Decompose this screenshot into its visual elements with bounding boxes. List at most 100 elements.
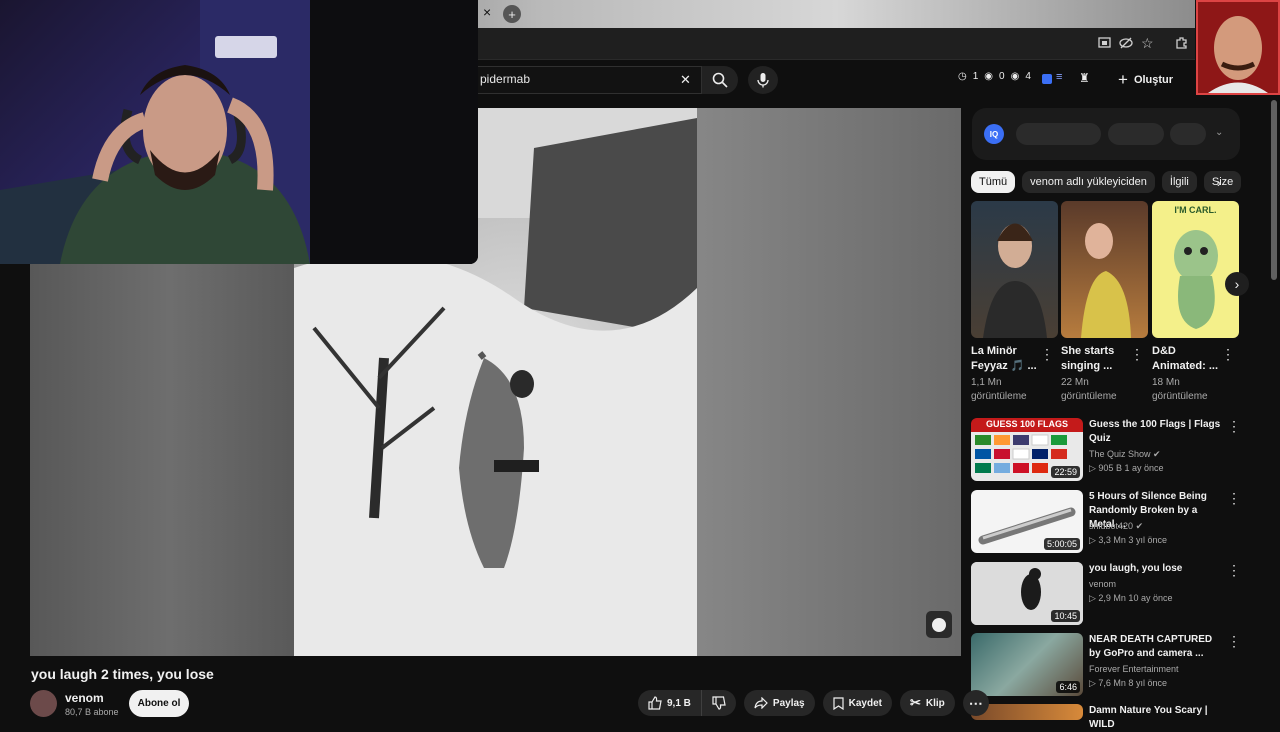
- short-card[interactable]: La Minör Feyyaz 🎵 ... 1,1 Mn görüntüleme: [971, 201, 1058, 404]
- recommendation-title: Guess the 100 Flags | Flags Quiz: [1089, 419, 1221, 444]
- extension-badge-icon[interactable]: IQ: [984, 124, 1004, 144]
- video-title: you laugh 2 times, you lose: [31, 666, 214, 682]
- recommendation-item[interactable]: Damn Nature You Scary | WILD: [971, 704, 1241, 730]
- eye-off-icon[interactable]: [1119, 37, 1133, 52]
- recommendation-meta: ▷ 3,3 Mn 3 yıl önce: [1089, 535, 1167, 545]
- recommendation-item[interactable]: GUESS 100 FLAGS 22:59 Guess the 100 Flag…: [971, 418, 1241, 484]
- channel-name: shidbot420 ✔: [1089, 521, 1144, 531]
- more-options-icon[interactable]: ⋮: [1227, 490, 1241, 507]
- recommendation-title: NEAR DEATH CAPTURED by GoPro and camera …: [1089, 634, 1213, 659]
- extensions-icon[interactable]: [1175, 36, 1188, 52]
- search-query: pidermab: [480, 72, 531, 86]
- duration-badge: 6:46: [1056, 681, 1080, 693]
- chip-all[interactable]: Tümü: [971, 171, 1016, 193]
- chevron-down-icon[interactable]: ⌄: [1215, 127, 1223, 138]
- recommendation-item[interactable]: 10:45 you laugh, you lose venom ▷ 2,9 Mn…: [971, 562, 1241, 628]
- stat-value: 1: [972, 71, 979, 82]
- more-options-icon[interactable]: ⋮: [1040, 346, 1054, 363]
- short-card[interactable]: She starts singing ... 22 Mn görüntüleme: [1061, 201, 1148, 404]
- blurred-pill[interactable]: [1016, 123, 1101, 145]
- chip-from-uploader[interactable]: venom adlı yükleyiciden: [1022, 171, 1155, 193]
- duration-badge: 22:59: [1051, 466, 1080, 478]
- channel-name[interactable]: venom: [65, 691, 104, 705]
- cast-icon[interactable]: [1098, 37, 1111, 52]
- subscribe-button[interactable]: Abone ol: [129, 690, 189, 717]
- recommendation-meta: ▷ 905 B 1 ay önce: [1089, 463, 1164, 473]
- voice-search-button[interactable]: [748, 66, 778, 94]
- like-count: 9,1 B: [667, 697, 691, 709]
- extension-logo-icon[interactable]: [1042, 74, 1052, 84]
- eye-icon: ◉: [984, 71, 994, 82]
- like-button[interactable]: 9,1 B: [638, 690, 702, 716]
- plus-icon: +: [508, 6, 516, 22]
- recommendation-item[interactable]: 6:46 NEAR DEATH CAPTURED by GoPro and ca…: [971, 633, 1241, 699]
- short-card[interactable]: I'M CARL. D&D Animated: ... 18 Mn görünt…: [1152, 201, 1239, 404]
- guest-webcam: [1196, 0, 1280, 95]
- create-button[interactable]: + Oluştur: [1118, 70, 1173, 90]
- recommendation-item[interactable]: 5:00:05 5 Hours of Silence Being Randoml…: [971, 490, 1241, 556]
- share-label: Paylaş: [772, 697, 805, 709]
- thumbs-up-icon: [648, 696, 662, 710]
- search-button[interactable]: [702, 66, 738, 94]
- dislike-button[interactable]: [702, 690, 736, 716]
- scissors-icon: ✂: [909, 695, 921, 710]
- eye-icon: ◉: [1010, 71, 1020, 82]
- duration-badge: 10:45: [1051, 610, 1080, 622]
- trophy-icon[interactable]: ♜: [1079, 71, 1090, 85]
- chip-for-you[interactable]: Size: [1203, 171, 1242, 193]
- short-views: görüntüleme: [1061, 391, 1117, 402]
- subscriber-count: 80,7 B abone: [65, 707, 119, 717]
- filter-chips: Tümü venom adlı yükleyiciden İlgili Size: [971, 171, 1242, 193]
- search-icon: [712, 72, 728, 88]
- clip-button[interactable]: ✂ Klip: [899, 690, 955, 716]
- video-thumbnail: GUESS 100 FLAGS 22:59: [971, 418, 1083, 481]
- save-label: Kaydet: [848, 697, 882, 709]
- verified-icon: ✔: [1135, 521, 1144, 531]
- channel-name: venom: [1089, 579, 1117, 589]
- video-thumbnail: 6:46: [971, 633, 1083, 696]
- more-actions-button[interactable]: ⋯: [962, 690, 989, 716]
- video-thumbnail: 10:45: [971, 562, 1083, 625]
- share-button[interactable]: Paylaş: [743, 690, 815, 716]
- verified-icon: ✔: [1153, 449, 1161, 459]
- new-tab-button[interactable]: +: [503, 5, 521, 23]
- create-label: Oluştur: [1133, 74, 1174, 86]
- shorts-next-button[interactable]: ›: [1225, 272, 1249, 296]
- recommendation-meta: ▷ 7,6 Mn 8 yıl önce: [1089, 678, 1167, 688]
- short-thumbnail: [1061, 201, 1148, 338]
- save-button[interactable]: Kaydet: [822, 690, 892, 716]
- player-logo-icon[interactable]: [926, 611, 952, 638]
- scrollbar-thumb[interactable]: [1271, 100, 1277, 280]
- recommendation-meta: ▷ 2,9 Mn 10 ay önce: [1089, 593, 1173, 603]
- blurred-pill[interactable]: [1170, 123, 1206, 145]
- short-views: 1,1 Mn: [971, 377, 1002, 388]
- more-options-icon[interactable]: ⋮: [1227, 562, 1241, 579]
- tab-close-icon[interactable]: ×: [483, 4, 491, 20]
- more-options-icon[interactable]: ⋮: [1227, 418, 1241, 435]
- like-dislike-group: 9,1 B: [638, 690, 736, 716]
- short-views: 22 Mn: [1061, 377, 1089, 388]
- channel-name: Forever Entertainment: [1089, 664, 1179, 674]
- more-options-icon[interactable]: ⋮: [1221, 346, 1235, 363]
- recommendation-title: you laugh, you lose: [1089, 563, 1183, 574]
- more-options-icon[interactable]: ⋮: [1227, 633, 1241, 650]
- streamer-webcam: [0, 0, 478, 264]
- clip-label: Klip: [925, 697, 945, 709]
- chip-related[interactable]: İlgili: [1161, 171, 1197, 193]
- short-views: görüntüleme: [1152, 391, 1208, 402]
- stat-value: 4: [1025, 71, 1031, 82]
- list-icon[interactable]: ≡: [1056, 71, 1062, 83]
- bookmark-star-icon[interactable]: ☆: [1141, 35, 1154, 52]
- blurred-pill[interactable]: [1108, 123, 1164, 145]
- channel-avatar[interactable]: [30, 690, 57, 717]
- recommendation-title: Damn Nature You Scary | WILD: [1089, 705, 1208, 730]
- chevron-right-icon[interactable]: ›: [1217, 176, 1221, 190]
- clear-search-icon[interactable]: ✕: [680, 72, 691, 88]
- channel-name: The Quiz Show ✔: [1089, 449, 1161, 459]
- more-options-icon[interactable]: ⋮: [1130, 346, 1144, 363]
- action-bar: 9,1 B Paylaş Kaydet ✂ Klip ⋯: [638, 690, 989, 716]
- thumbs-down-icon: [712, 696, 726, 710]
- share-icon: [754, 697, 768, 709]
- short-views: 18 Mn: [1152, 377, 1180, 388]
- bookmark-icon: [833, 696, 844, 710]
